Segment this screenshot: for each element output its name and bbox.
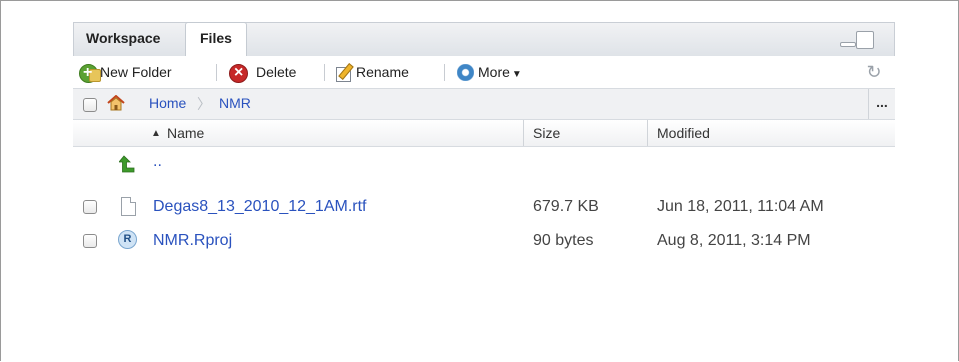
row-checkbox[interactable]: [83, 234, 97, 248]
tab-bar: Workspace Files: [73, 22, 895, 57]
column-header-modified[interactable]: Modified: [657, 125, 710, 141]
document-icon: [121, 197, 136, 216]
column-divider: [647, 120, 648, 146]
column-header-size[interactable]: Size: [533, 125, 560, 141]
row-checkbox[interactable]: [83, 200, 97, 214]
tab-files[interactable]: Files: [185, 22, 247, 57]
up-arrow-icon: [119, 155, 135, 173]
delete-label: Delete: [256, 64, 297, 80]
gear-icon: [457, 64, 474, 81]
table-row[interactable]: Degas8_13_2010_12_1AM.rtf 679.7 KB Jun 1…: [73, 191, 895, 223]
rproj-icon: R: [118, 230, 137, 249]
new-folder-icon: [79, 62, 101, 84]
breadcrumb-home[interactable]: Home: [149, 95, 186, 111]
file-modified: Jun 18, 2011, 11:04 AM: [657, 198, 824, 215]
column-header-name[interactable]: Name: [167, 125, 204, 141]
home-icon[interactable]: [107, 95, 125, 111]
file-name-link[interactable]: NMR.Rproj: [153, 232, 232, 250]
select-all-checkbox[interactable]: [83, 98, 97, 112]
minimize-icon[interactable]: [840, 31, 856, 47]
parent-directory-link[interactable]: ..: [153, 153, 162, 171]
files-pane: Workspace Files New Folder Delete Rename…: [73, 22, 895, 362]
tab-workspace[interactable]: Workspace: [74, 23, 172, 56]
toolbar-divider: [444, 64, 445, 81]
sort-ascending-icon: ▲: [151, 128, 161, 139]
file-modified: Aug 8, 2011, 3:14 PM: [657, 232, 811, 249]
rename-label: Rename: [356, 64, 409, 80]
breadcrumb: Home 〉 NMR ...: [73, 89, 895, 120]
chevron-down-icon: ▼: [511, 69, 522, 80]
more-label: More ▼: [478, 64, 522, 80]
refresh-icon[interactable]: ↻: [865, 63, 883, 81]
parent-directory-row[interactable]: ..: [73, 149, 895, 181]
toolbar-divider: [216, 64, 217, 81]
rename-icon: [335, 64, 352, 82]
delete-icon: [229, 62, 248, 84]
file-size: 90 bytes: [533, 232, 594, 249]
breadcrumb-current[interactable]: NMR: [219, 95, 251, 111]
maximize-icon[interactable]: [856, 31, 874, 49]
toolbar-divider: [324, 64, 325, 81]
breadcrumb-overflow-button[interactable]: ...: [868, 89, 895, 119]
column-divider: [523, 120, 524, 146]
table-row[interactable]: R NMR.Rproj 90 bytes Aug 8, 2011, 3:14 P…: [73, 225, 895, 257]
new-folder-label: New Folder: [100, 64, 172, 80]
file-name-link[interactable]: Degas8_13_2010_12_1AM.rtf: [153, 198, 367, 216]
breadcrumb-separator: 〉: [197, 96, 211, 112]
file-list-header: ▲ Name Size Modified: [73, 120, 895, 147]
files-toolbar: New Folder Delete Rename More▼ ↻: [73, 56, 895, 89]
file-size: 679.7 KB: [533, 198, 599, 215]
